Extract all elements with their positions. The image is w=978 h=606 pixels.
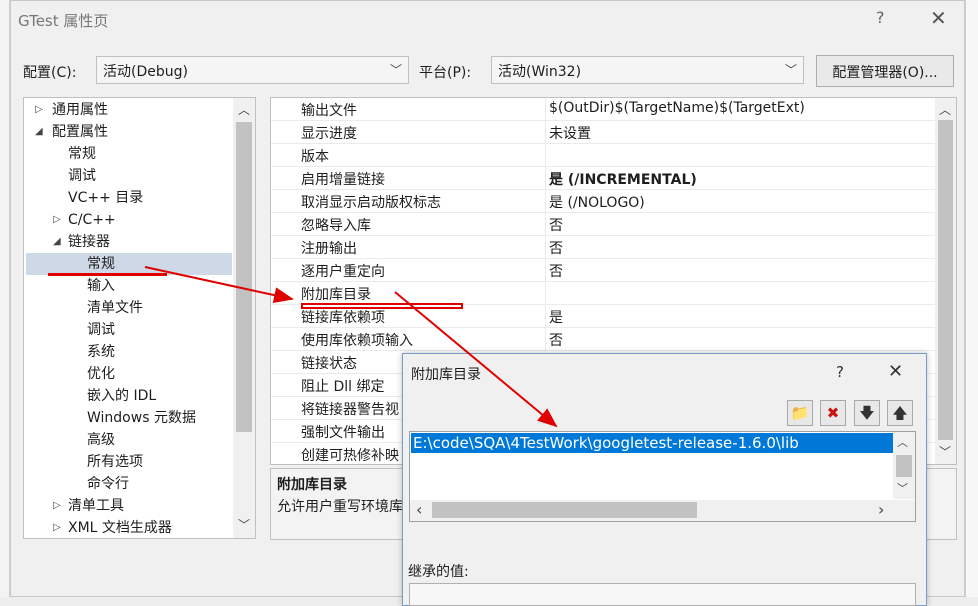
annotation-arrows: [144, 266, 558, 428]
annotation-arrow-to-list: [394, 291, 558, 428]
annotation-arrow-to-grid: [144, 266, 294, 303]
